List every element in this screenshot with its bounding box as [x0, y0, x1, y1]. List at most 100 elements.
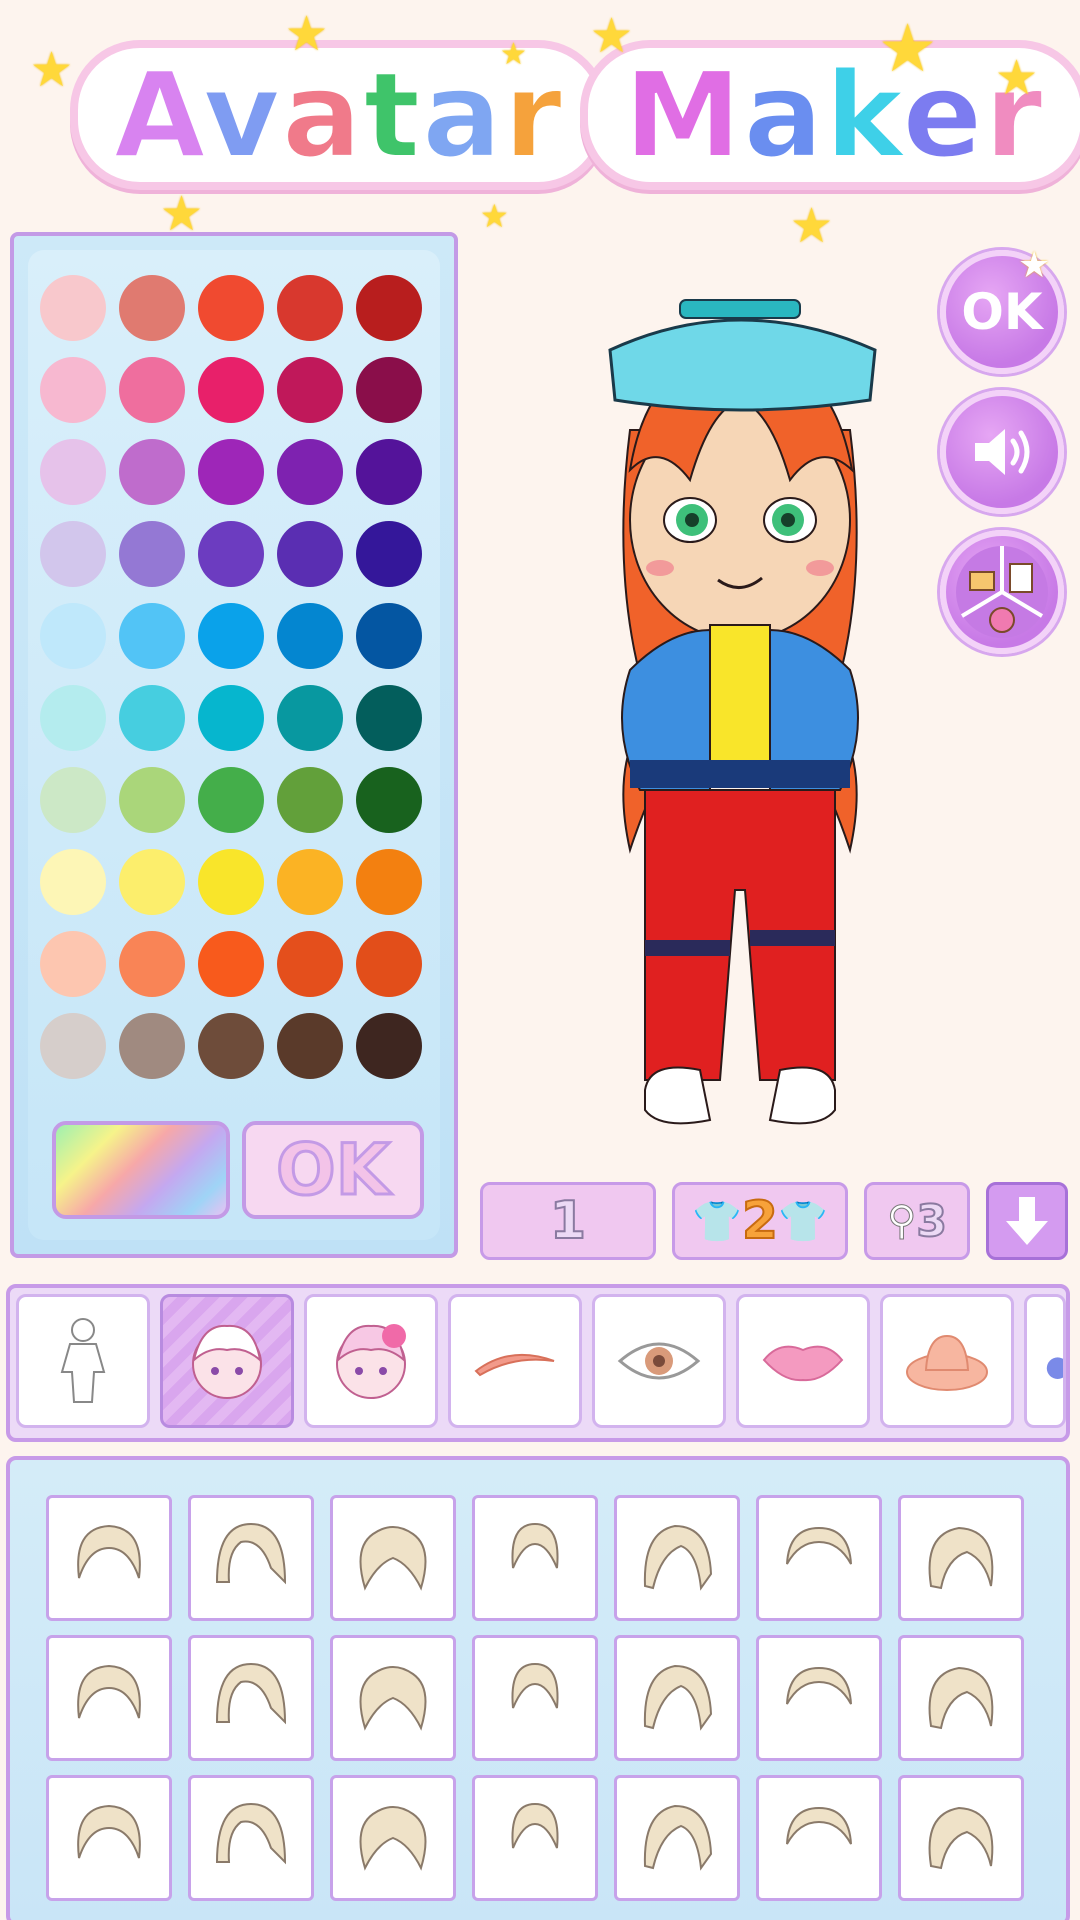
- color-swatch[interactable]: [356, 931, 422, 997]
- color-swatch[interactable]: [356, 1013, 422, 1079]
- skull-shirt-icon: 👕: [778, 1198, 829, 1245]
- hair-style-option[interactable]: [188, 1775, 314, 1901]
- hair-style-option[interactable]: [898, 1495, 1024, 1621]
- custom-color-button[interactable]: [52, 1121, 230, 1219]
- color-swatch[interactable]: [119, 1013, 185, 1079]
- color-swatch[interactable]: [356, 685, 422, 751]
- color-swatch[interactable]: [40, 439, 106, 505]
- color-swatch[interactable]: [119, 767, 185, 833]
- color-swatch[interactable]: [119, 603, 185, 669]
- shop-menu-button[interactable]: [940, 530, 1064, 654]
- color-swatch[interactable]: [198, 521, 264, 587]
- color-swatch[interactable]: [119, 931, 185, 997]
- hair-style-option[interactable]: [614, 1775, 740, 1901]
- category-tab-hats[interactable]: [880, 1294, 1014, 1428]
- hair-style-icon: [215, 1662, 287, 1725]
- hair-style-option[interactable]: [614, 1495, 740, 1621]
- color-swatch[interactable]: [277, 849, 343, 915]
- star-icon: ★: [995, 50, 1039, 106]
- color-swatch[interactable]: [356, 767, 422, 833]
- ok-round-button[interactable]: OK ★: [940, 248, 1064, 374]
- category-tab-hair[interactable]: [160, 1294, 294, 1428]
- hair-style-option[interactable]: [330, 1495, 456, 1621]
- color-swatch[interactable]: [40, 849, 106, 915]
- hair-style-option[interactable]: [756, 1775, 882, 1901]
- color-swatch[interactable]: [119, 849, 185, 915]
- color-swatch[interactable]: [277, 603, 343, 669]
- option-button-1[interactable]: 1: [480, 1182, 656, 1260]
- hair-style-icon: [359, 1526, 427, 1591]
- color-swatch[interactable]: [40, 767, 106, 833]
- color-swatch[interactable]: [40, 1013, 106, 1079]
- color-swatch[interactable]: [198, 603, 264, 669]
- color-swatch[interactable]: [198, 931, 264, 997]
- color-swatch[interactable]: [356, 439, 422, 505]
- color-swatch[interactable]: [277, 275, 343, 341]
- star-icon: ★: [878, 10, 938, 87]
- hair-style-option[interactable]: [188, 1495, 314, 1621]
- sound-button[interactable]: [940, 390, 1064, 514]
- color-swatch[interactable]: [119, 275, 185, 341]
- color-swatch[interactable]: [198, 439, 264, 505]
- hair-style-option[interactable]: [898, 1635, 1024, 1761]
- color-swatch[interactable]: [356, 521, 422, 587]
- color-swatch[interactable]: [277, 685, 343, 751]
- color-swatch[interactable]: [356, 357, 422, 423]
- color-swatch[interactable]: [198, 1013, 264, 1079]
- color-swatch[interactable]: [40, 521, 106, 587]
- color-swatch[interactable]: [277, 1013, 343, 1079]
- hair-style-icon: [643, 1664, 713, 1731]
- color-swatch[interactable]: [277, 357, 343, 423]
- color-swatch[interactable]: [40, 603, 106, 669]
- hair-style-option[interactable]: [330, 1775, 456, 1901]
- hair-style-option[interactable]: [46, 1775, 172, 1901]
- download-button[interactable]: [986, 1182, 1068, 1260]
- category-tab-more[interactable]: [1024, 1294, 1066, 1428]
- hair-style-option[interactable]: [330, 1635, 456, 1761]
- hair-style-option[interactable]: [46, 1635, 172, 1761]
- hair-style-option[interactable]: [472, 1775, 598, 1901]
- color-swatch[interactable]: [198, 685, 264, 751]
- color-swatch[interactable]: [40, 275, 106, 341]
- color-swatch[interactable]: [119, 439, 185, 505]
- category-tab-lips[interactable]: [736, 1294, 870, 1428]
- color-swatch[interactable]: [356, 275, 422, 341]
- hair-style-option[interactable]: [46, 1495, 172, 1621]
- hair-style-option[interactable]: [756, 1635, 882, 1761]
- color-swatch[interactable]: [277, 521, 343, 587]
- category-tab-eyebrows[interactable]: [448, 1294, 582, 1428]
- color-swatch[interactable]: [40, 931, 106, 997]
- color-swatch[interactable]: [40, 357, 106, 423]
- hair-style-option[interactable]: [614, 1635, 740, 1761]
- color-swatch[interactable]: [277, 931, 343, 997]
- palette-ok-button[interactable]: OK: [242, 1121, 424, 1219]
- option-3-number: 3: [915, 1195, 948, 1248]
- category-tab-eyes[interactable]: [592, 1294, 726, 1428]
- hair-style-icon: [786, 1526, 852, 1565]
- category-tab-body[interactable]: [16, 1294, 150, 1428]
- hair-style-option[interactable]: [472, 1635, 598, 1761]
- color-swatch[interactable]: [119, 357, 185, 423]
- color-swatch[interactable]: [198, 767, 264, 833]
- color-swatch[interactable]: [198, 357, 264, 423]
- ok-round-label: OK: [961, 283, 1043, 341]
- option-button-3[interactable]: ⚲ 3: [864, 1182, 970, 1260]
- color-swatch[interactable]: [356, 849, 422, 915]
- option-button-2[interactable]: 👕 2 👕: [672, 1182, 848, 1260]
- color-swatch[interactable]: [198, 275, 264, 341]
- hair-style-option[interactable]: [188, 1635, 314, 1761]
- color-swatch[interactable]: [277, 439, 343, 505]
- color-swatch[interactable]: [198, 849, 264, 915]
- color-swatch[interactable]: [356, 603, 422, 669]
- color-swatch[interactable]: [277, 767, 343, 833]
- color-swatch[interactable]: [40, 685, 106, 751]
- hair-style-option[interactable]: [472, 1495, 598, 1621]
- color-swatch[interactable]: [119, 685, 185, 751]
- hair-style-option[interactable]: [756, 1495, 882, 1621]
- hair-style-option[interactable]: [898, 1775, 1024, 1901]
- category-tab-hair-accessory[interactable]: [304, 1294, 438, 1428]
- app-title: Avatar Maker ★ ★ ★ ★ ★ ★ ★ ★ ★: [30, 10, 1080, 250]
- title-letter: a: [742, 46, 826, 184]
- color-swatch[interactable]: [119, 521, 185, 587]
- lips-icon: [762, 1345, 844, 1382]
